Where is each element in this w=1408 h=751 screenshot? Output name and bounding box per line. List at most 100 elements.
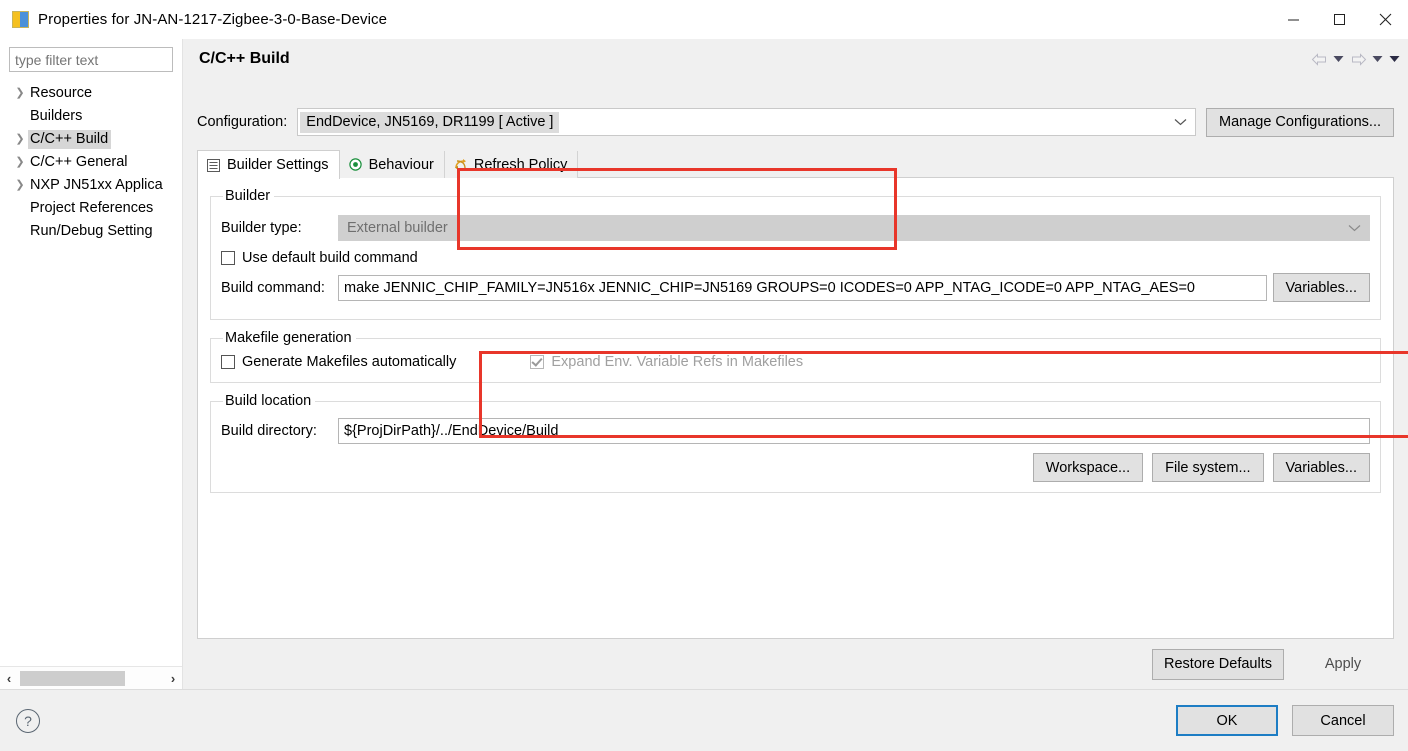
builder-group: Builder Builder type: External builder U… xyxy=(210,188,1381,320)
page-header: C/C++ Build xyxy=(183,39,1408,80)
page-navigation xyxy=(1309,39,1402,79)
tab-bar: Builder Settings Behaviour Refresh Polic… xyxy=(197,150,1394,179)
build-location-legend: Build location xyxy=(225,393,312,409)
configuration-row: Configuration: EndDevice, JN5169, DR1199… xyxy=(197,80,1394,150)
refresh-policy-icon xyxy=(453,157,468,172)
settings-tree: ❯ Resource ❯ Builders ❯ C/C++ Build ❯ C/… xyxy=(0,78,182,666)
chevron-right-icon[interactable]: ❯ xyxy=(12,180,28,191)
tab-behaviour[interactable]: Behaviour xyxy=(339,151,445,178)
filter-input[interactable] xyxy=(9,47,173,72)
help-icon[interactable]: ? xyxy=(16,708,40,733)
generate-makefiles-checkbox[interactable] xyxy=(221,355,235,369)
tree-item-label: NXP JN51xx Applica xyxy=(30,177,163,193)
panel-action-bar: Restore Defaults Apply xyxy=(183,639,1408,689)
tab-label: Builder Settings xyxy=(227,157,329,173)
tree-horizontal-scrollbar[interactable]: ‹ › xyxy=(0,666,182,689)
chevron-right-icon[interactable]: ❯ xyxy=(12,88,28,99)
file-system-button[interactable]: File system... xyxy=(1152,453,1264,482)
forward-history-dropdown-icon[interactable] xyxy=(1370,47,1385,71)
build-directory-row: Build directory: xyxy=(221,418,1370,444)
tree-item-nxp-jn51xx-application[interactable]: ❯ NXP JN51xx Applica xyxy=(0,174,182,197)
manage-configurations-button[interactable]: Manage Configurations... xyxy=(1205,107,1394,137)
close-button[interactable] xyxy=(1362,0,1408,38)
configuration-label: Configuration: xyxy=(197,114,288,130)
use-default-build-command-checkbox[interactable] xyxy=(221,251,235,265)
tab-refresh-policy[interactable]: Refresh Policy xyxy=(444,151,579,178)
tree-item-builders[interactable]: ❯ Builders xyxy=(0,105,182,128)
dialog-body: ❯ Resource ❯ Builders ❯ C/C++ Build ❯ C/… xyxy=(0,39,1408,689)
build-directory-input[interactable] xyxy=(338,418,1370,444)
build-command-row: Build command: Variables... xyxy=(221,273,1370,302)
scrollbar-thumb[interactable] xyxy=(20,671,125,686)
window-title: Properties for JN-AN-1217-Zigbee-3-0-Bas… xyxy=(38,10,388,28)
build-command-variables-button[interactable]: Variables... xyxy=(1272,273,1370,302)
page-content: Configuration: EndDevice, JN5169, DR1199… xyxy=(183,80,1408,639)
page-title: C/C++ Build xyxy=(199,50,290,67)
makefile-generation-legend: Makefile generation xyxy=(225,330,352,346)
build-location-group: Build location Build directory: Workspac… xyxy=(210,393,1381,493)
tab-label: Behaviour xyxy=(368,156,434,173)
chevron-down-icon xyxy=(1348,220,1361,236)
list-icon xyxy=(206,158,221,173)
build-directory-label: Build directory: xyxy=(221,423,317,439)
build-command-input[interactable] xyxy=(338,274,1267,301)
tree-item-label: C/C++ General xyxy=(30,154,128,170)
dialog-footer: ? OK Cancel xyxy=(0,689,1408,751)
apply-button[interactable]: Apply xyxy=(1292,648,1394,680)
settings-page-pane: C/C++ Build Configuration: EndDevice, JN… xyxy=(183,39,1408,689)
configuration-combobox[interactable]: EndDevice, JN5169, DR1199 [ Active ] xyxy=(297,108,1196,136)
build-location-buttons: Workspace... File system... Variables... xyxy=(221,453,1370,482)
makefile-generation-group: Makefile generation Generate Makefiles a… xyxy=(210,330,1381,383)
builder-type-value: External builder xyxy=(347,220,448,236)
makefile-checkbox-row: Generate Makefiles automatically Expand … xyxy=(221,354,1370,370)
tab-builder-settings[interactable]: Builder Settings xyxy=(197,150,340,179)
builder-group-legend: Builder xyxy=(225,188,271,204)
view-menu-chevron-icon[interactable] xyxy=(1387,47,1402,71)
filter-wrapper xyxy=(0,39,182,78)
workspace-button[interactable]: Workspace... xyxy=(1032,453,1144,482)
expand-env-variable-refs-label: Expand Env. Variable Refs in Makefiles xyxy=(551,354,804,370)
scroll-left-icon[interactable]: ‹ xyxy=(0,668,18,688)
builder-type-row: Builder type: External builder xyxy=(221,215,1370,241)
generate-makefiles-label: Generate Makefiles automatically xyxy=(242,354,457,370)
build-location-variables-button[interactable]: Variables... xyxy=(1272,453,1370,482)
scroll-right-icon[interactable]: › xyxy=(164,668,182,688)
tree-item-label: Project References xyxy=(30,200,154,216)
tree-item-label: C/C++ Build xyxy=(28,130,112,149)
ok-button[interactable]: OK xyxy=(1176,705,1278,736)
dialog-buttons: OK Cancel xyxy=(1176,705,1394,736)
builder-type-combobox: External builder xyxy=(338,215,1370,241)
chevron-down-icon[interactable] xyxy=(1174,114,1187,130)
tree-item-label: Builders xyxy=(30,108,83,124)
chevron-right-icon[interactable]: ❯ xyxy=(12,157,28,168)
cancel-button[interactable]: Cancel xyxy=(1292,705,1394,736)
tree-item-c-cpp-general[interactable]: ❯ C/C++ General xyxy=(0,151,182,174)
maximize-button[interactable] xyxy=(1316,0,1362,38)
back-arrow-icon[interactable] xyxy=(1309,47,1329,71)
tree-item-label: Resource xyxy=(30,85,93,101)
forward-arrow-icon[interactable] xyxy=(1348,47,1368,71)
properties-dialog: Properties for JN-AN-1217-Zigbee-3-0-Bas… xyxy=(0,0,1408,751)
build-command-label: Build command: xyxy=(221,279,325,296)
tree-item-c-cpp-build[interactable]: ❯ C/C++ Build xyxy=(0,128,182,151)
expand-env-variable-refs-checkbox xyxy=(530,355,545,369)
window-controls xyxy=(1270,0,1408,38)
target-icon xyxy=(348,157,363,172)
builder-type-label: Builder type: xyxy=(221,220,302,236)
chevron-right-icon[interactable]: ❯ xyxy=(12,134,28,145)
tree-item-resource[interactable]: ❯ Resource xyxy=(0,82,182,105)
tree-item-label: Run/Debug Setting xyxy=(30,223,153,239)
tab-label: Refresh Policy xyxy=(473,156,568,173)
tree-item-project-references[interactable]: ❯ Project References xyxy=(0,197,182,220)
configuration-value: EndDevice, JN5169, DR1199 [ Active ] xyxy=(300,111,560,133)
tree-item-run-debug-settings[interactable]: ❯ Run/Debug Setting xyxy=(0,220,182,243)
settings-tree-pane: ❯ Resource ❯ Builders ❯ C/C++ Build ❯ C/… xyxy=(0,39,183,689)
minimize-button[interactable] xyxy=(1270,0,1316,38)
scrollbar-track[interactable] xyxy=(18,668,164,688)
use-default-build-command-label: Use default build command xyxy=(242,250,418,266)
restore-defaults-button[interactable]: Restore Defaults xyxy=(1152,648,1284,680)
title-bar: Properties for JN-AN-1217-Zigbee-3-0-Bas… xyxy=(0,0,1408,39)
builder-settings-panel: Builder Builder type: External builder U… xyxy=(197,178,1394,639)
back-history-dropdown-icon[interactable] xyxy=(1331,47,1346,71)
use-default-build-command-row[interactable]: Use default build command xyxy=(221,250,1370,266)
